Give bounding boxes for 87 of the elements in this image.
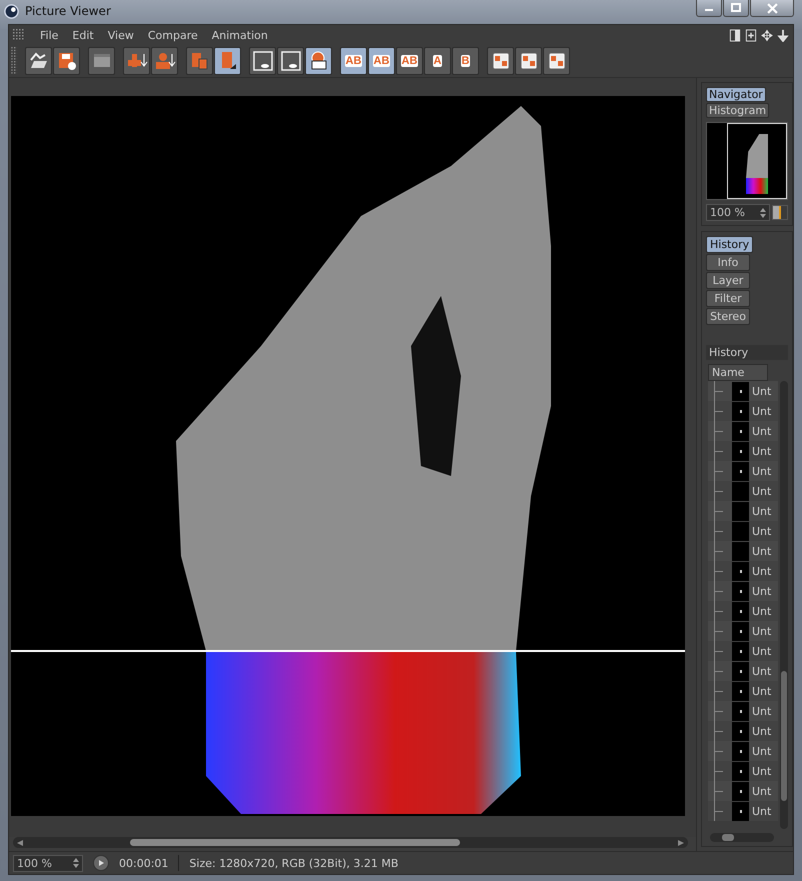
horizontal-scrollbar[interactable]	[13, 837, 688, 848]
menu-item[interactable]: Compare	[140, 28, 205, 42]
window-title: Picture Viewer	[25, 4, 111, 18]
panel-tab[interactable]: Stereo	[706, 308, 750, 325]
panel-tab[interactable]: Navigator	[706, 87, 766, 102]
image-info: Size: 1280x720, RGB (32Bit), 3.21 MB	[189, 856, 398, 870]
toolbar-button[interactable]	[214, 47, 241, 75]
thumbnail	[732, 682, 749, 700]
close-icon	[766, 2, 778, 14]
thumbnail	[732, 722, 749, 740]
frame-eye-icon	[252, 50, 274, 72]
thumbnail	[732, 622, 749, 640]
plus-icon[interactable]	[745, 28, 757, 42]
panel-title: History	[706, 345, 788, 360]
toolbar-button[interactable]	[25, 47, 52, 75]
compare-button[interactable]: AB	[396, 47, 423, 75]
thumbnail	[732, 562, 749, 580]
thumbnail	[732, 762, 749, 780]
thumbnail	[732, 482, 749, 500]
thumbnail	[732, 582, 749, 600]
split-view-icon	[518, 50, 540, 72]
minimize-button[interactable]	[696, 0, 722, 17]
panel-tab[interactable]: Filter	[706, 290, 750, 307]
left-arrow-icon[interactable]	[17, 840, 23, 846]
compare-button[interactable]: A	[424, 47, 451, 75]
menu-item[interactable]: View	[100, 28, 141, 42]
zoom-field[interactable]: 100 %	[706, 204, 770, 221]
compare-button[interactable]: AB	[340, 47, 367, 75]
grip-icon	[13, 29, 25, 41]
person-arrow-icon	[154, 50, 176, 72]
thumbnail	[732, 802, 749, 820]
vertical-scrollbar[interactable]	[780, 381, 788, 829]
toolbar-button[interactable]	[305, 47, 332, 75]
horizontal-scrollbar[interactable]	[710, 833, 774, 842]
thumbnail	[732, 522, 749, 540]
move-icon[interactable]	[761, 28, 773, 42]
toolbar-button[interactable]	[53, 47, 80, 75]
toolbar-button[interactable]	[151, 47, 178, 75]
navigator-preview[interactable]	[706, 122, 788, 200]
compare-button[interactable]: B	[452, 47, 479, 75]
toolbar-button[interactable]	[277, 47, 304, 75]
timecode: 00:00:01	[119, 856, 168, 870]
column-header[interactable]: Name	[708, 364, 768, 381]
thumbnail	[732, 542, 749, 560]
play-icon	[97, 859, 105, 867]
split-view-icon	[490, 50, 512, 72]
thumbnail	[732, 442, 749, 460]
panel-tab[interactable]: Histogram	[706, 103, 770, 118]
spinner-arrows-icon[interactable]	[760, 208, 766, 218]
toolbar-button[interactable]	[487, 47, 514, 75]
panel-tab[interactable]: Info	[706, 254, 750, 271]
menu-item[interactable]: Animation	[204, 28, 275, 42]
down-arrow-icon[interactable]	[777, 28, 789, 42]
thumbnail	[732, 662, 749, 680]
toolbar-button[interactable]	[249, 47, 276, 75]
maximize-icon	[731, 3, 741, 13]
right-arrow-icon[interactable]	[678, 840, 684, 846]
zoom-slider[interactable]	[772, 205, 788, 220]
sphere-icon	[4, 4, 19, 18]
thumbnail	[732, 742, 749, 760]
play-button[interactable]	[93, 855, 109, 871]
thumbnail	[732, 422, 749, 440]
thumbnail	[732, 382, 749, 400]
toolbar-button[interactable]	[543, 47, 570, 75]
thumbnail	[732, 702, 749, 720]
compare-button[interactable]: AB	[368, 47, 395, 75]
panel-icon[interactable]	[729, 28, 741, 42]
thumbnail	[732, 462, 749, 480]
panel-tab[interactable]: Layer	[706, 272, 750, 289]
maximize-button[interactable]	[723, 0, 749, 17]
grip-icon	[11, 47, 17, 75]
thumbnail	[732, 642, 749, 660]
thumbnail	[732, 502, 749, 520]
spinner-arrows-icon[interactable]	[73, 858, 79, 868]
menu-item[interactable]: Edit	[65, 28, 101, 42]
thumbnail	[732, 782, 749, 800]
menu-item[interactable]: File	[33, 28, 66, 42]
toolbar-button[interactable]	[515, 47, 542, 75]
toolbar-button[interactable]	[123, 47, 150, 75]
close-button[interactable]	[750, 0, 794, 17]
slider-fill[interactable]	[773, 206, 782, 219]
split-view-icon	[546, 50, 568, 72]
frame-eye-icon	[280, 50, 302, 72]
panel-tab[interactable]: History	[706, 236, 754, 253]
thumbnail	[732, 402, 749, 420]
thumbnail	[732, 602, 749, 620]
zoom-field[interactable]: 100 %	[13, 854, 83, 872]
